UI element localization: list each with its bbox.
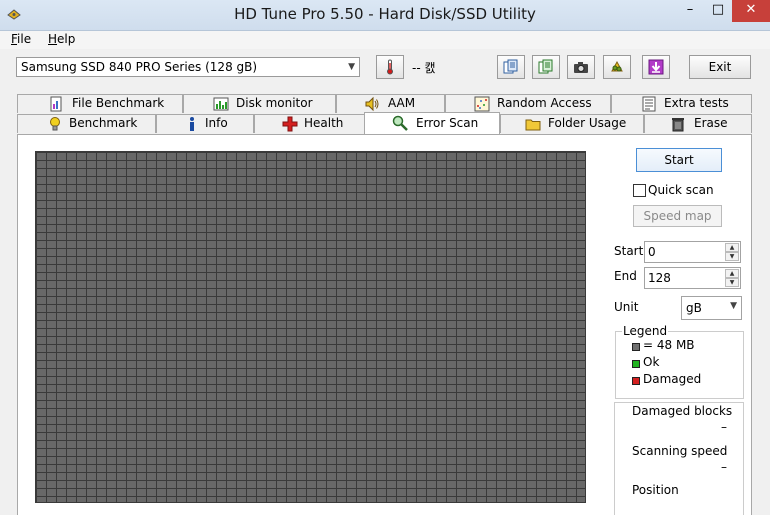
options-button[interactable] [603, 55, 631, 79]
copy-text-button[interactable] [532, 55, 560, 79]
window-title: HD Tune Pro 5.50 - Hard Disk/SSD Utility [234, 5, 536, 23]
chevron-down-icon: ▼ [730, 301, 737, 311]
thermometer-icon [387, 59, 393, 75]
spin-up-icon[interactable]: ▲ [725, 269, 739, 278]
scan-stats-box [614, 402, 744, 515]
tab-folder-usage[interactable]: Folder Usage [500, 114, 644, 133]
unit-select[interactable]: gB ▼ [681, 296, 742, 320]
title-bar: HD Tune Pro 5.50 - Hard Disk/SSD Utility… [0, 0, 770, 31]
info-icon [190, 117, 194, 131]
unit-select-value: gB [686, 301, 702, 315]
copy-info-icon [503, 59, 518, 74]
unit-label: Unit [614, 300, 639, 314]
end-field-label: End [614, 269, 637, 283]
quick-scan-label: Quick scan [648, 183, 714, 197]
drive-select[interactable]: Samsung SSD 840 PRO Series (128 gB) ▼ [16, 57, 360, 77]
legend-damaged-label: Damaged [643, 372, 702, 386]
end-position-value: 128 [648, 271, 671, 285]
start-scan-button[interactable]: Start [636, 148, 722, 172]
menu-bar: File Help [0, 31, 770, 49]
menu-file-rest: ile [17, 32, 32, 46]
download-button[interactable] [642, 55, 670, 79]
end-position-stepper[interactable]: 128 ▲ ▼ [644, 267, 741, 289]
disk-monitor-icon [213, 97, 229, 111]
tab-erase-label: Erase [694, 116, 728, 130]
folder-icon [525, 119, 541, 131]
menu-file[interactable]: File [11, 32, 31, 46]
temperature-readout: -- 캜 [412, 61, 436, 75]
speed-map-button[interactable]: Speed map [633, 205, 722, 227]
legend-ok-swatch [632, 360, 640, 368]
start-field-label: Start [614, 244, 644, 258]
maximize-button[interactable]: □ [704, 0, 732, 22]
copy-info-button[interactable] [497, 55, 525, 79]
menu-help-rest: elp [57, 32, 76, 46]
tab-benchmark[interactable]: Benchmark [17, 114, 156, 133]
tab-extra-tests[interactable]: Extra tests [611, 94, 752, 113]
download-icon [648, 59, 664, 75]
spin-up-icon[interactable]: ▲ [725, 243, 739, 252]
tab-extra-tests-label: Extra tests [664, 96, 729, 110]
exit-button[interactable]: Exit [689, 55, 751, 79]
tab-health-label: Health [304, 116, 344, 130]
legend-damaged-swatch [632, 377, 640, 385]
menu-help[interactable]: Help [48, 32, 75, 46]
scan-block-map [35, 151, 586, 503]
spin-down-icon[interactable]: ▼ [725, 278, 739, 287]
close-button[interactable]: ✕ [732, 0, 770, 22]
tab-random-access[interactable]: Random Access [445, 94, 611, 113]
drive-select-value: Samsung SSD 840 PRO Series (128 gB) [21, 60, 258, 74]
damaged-blocks-label: Damaged blocks [632, 404, 733, 418]
tab-file-benchmark-label: File Benchmark [72, 96, 165, 110]
tab-disk-monitor[interactable]: Disk monitor [183, 94, 336, 113]
magnifier-icon [392, 115, 408, 131]
speaker-icon [365, 96, 379, 112]
legend-block-swatch [632, 343, 640, 351]
legend-title: Legend [622, 324, 669, 338]
temperature-button[interactable] [376, 55, 404, 79]
start-position-value: 0 [648, 245, 656, 259]
screenshot-button[interactable] [567, 55, 595, 79]
tab-file-benchmark[interactable]: File Benchmark [17, 94, 183, 113]
menu-help-mnemonic: H [48, 32, 58, 46]
tab-erase[interactable]: Erase [644, 114, 752, 133]
legend-block-size: = 48 MB [643, 338, 695, 352]
trash-icon [672, 118, 684, 132]
tab-random-access-label: Random Access [497, 96, 592, 110]
bulb-icon [50, 117, 60, 131]
damaged-blocks-value: – [721, 420, 727, 434]
quick-scan-checkbox[interactable] [633, 184, 646, 197]
health-cross-icon [282, 116, 298, 132]
chevron-down-icon: ▼ [348, 62, 355, 72]
tab-aam-label: AAM [388, 96, 416, 110]
start-position-stepper[interactable]: 0 ▲ ▼ [644, 241, 741, 263]
options-icon [611, 60, 623, 72]
tab-benchmark-label: Benchmark [69, 116, 138, 130]
file-benchmark-icon [50, 96, 62, 112]
minimize-button[interactable]: – [676, 0, 704, 22]
spin-down-icon[interactable]: ▼ [725, 252, 739, 261]
random-access-icon [474, 96, 490, 112]
legend-ok-label: Ok [643, 355, 660, 369]
tab-aam[interactable]: AAM [336, 94, 445, 113]
scanning-speed-value: – [721, 460, 727, 474]
tab-health[interactable]: Health [254, 114, 365, 133]
tab-info[interactable]: Info [156, 114, 254, 133]
position-label: Position [632, 483, 679, 497]
tab-error-scan[interactable]: Error Scan [364, 112, 500, 134]
tab-error-scan-label: Error Scan [416, 116, 479, 130]
extra-tests-icon [642, 96, 656, 112]
camera-icon [574, 62, 588, 73]
scanning-speed-label: Scanning speed [632, 444, 728, 458]
tab-disk-monitor-label: Disk monitor [236, 96, 313, 110]
copy-text-icon [538, 59, 553, 74]
tab-info-label: Info [205, 116, 228, 130]
tab-folder-usage-label: Folder Usage [548, 116, 627, 130]
